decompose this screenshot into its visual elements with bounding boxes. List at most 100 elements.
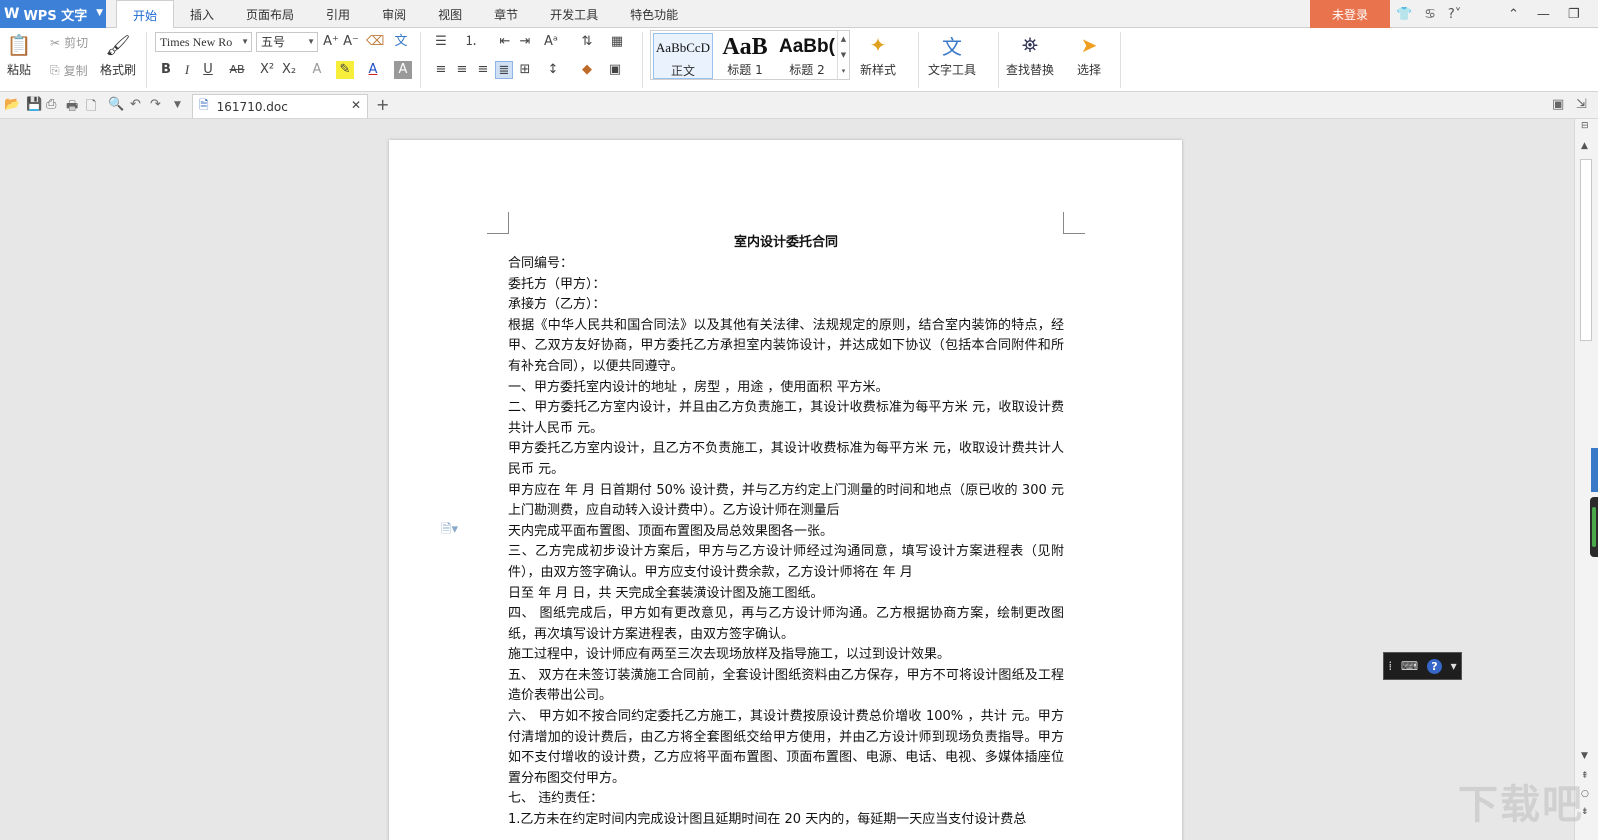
paste-button[interactable]: 📋 粘贴 bbox=[6, 28, 32, 78]
format-painter-button[interactable]: 🖌 格式刷 bbox=[100, 28, 136, 78]
align-left-icon[interactable]: ≡ bbox=[432, 61, 450, 79]
char-shading-icon[interactable]: A bbox=[394, 61, 412, 79]
style-heading-1[interactable]: AaB 标题 1 bbox=[715, 33, 775, 79]
increase-indent-icon[interactable]: ⇥ bbox=[516, 33, 534, 51]
ribbon-tab[interactable]: 视图 bbox=[422, 0, 478, 28]
print-preview-icon[interactable]: 🗋 bbox=[86, 97, 96, 119]
split-view-icon[interactable]: ⊟ bbox=[1581, 121, 1589, 131]
collapse-ribbon-icon[interactable]: ⌃ bbox=[1508, 7, 1519, 22]
align-right-icon[interactable]: ≡ bbox=[474, 61, 492, 79]
close-tab-icon[interactable]: ✕ bbox=[351, 98, 361, 112]
ribbon-tab[interactable]: 特色功能 bbox=[614, 0, 694, 28]
open-folder-icon[interactable]: 📂 bbox=[4, 97, 20, 112]
spell-check-icon[interactable]: 🔍 bbox=[108, 97, 124, 112]
binoculars-icon: ⛯ bbox=[1022, 33, 1038, 57]
borders-icon[interactable]: ▣ bbox=[606, 61, 624, 79]
paragraph-marker-icon[interactable]: 🗎▾ bbox=[441, 520, 458, 542]
skin-icon[interactable]: 👕 bbox=[1396, 7, 1412, 22]
select-button[interactable]: ➤ 选择 bbox=[1076, 28, 1102, 78]
strikethrough-icon[interactable]: AB bbox=[226, 61, 248, 79]
ribbon-tab[interactable]: 审阅 bbox=[366, 0, 422, 28]
font-color-icon[interactable]: A bbox=[364, 61, 382, 79]
chevron-up-icon[interactable]: ▲ bbox=[841, 35, 846, 43]
help-icon[interactable]: ? bbox=[1426, 658, 1442, 674]
text-tools-button[interactable]: 文 文字工具 bbox=[928, 28, 976, 78]
copy-button[interactable]: ⎘ 复制 bbox=[50, 62, 88, 79]
find-replace-button[interactable]: ⛯ 查找替换 bbox=[1006, 28, 1054, 78]
minimize-icon[interactable]: — bbox=[1537, 7, 1550, 22]
print-icon[interactable]: 🖶 bbox=[66, 97, 78, 119]
document-paragraphs: 合同编号： 委托方（甲方）： 承接方（乙方）： 根据《中华人民共和国合同法》以及其他有… bbox=[508, 254, 1064, 831]
document-paragraph: 甲方委托乙方室内设计，且乙方不负责施工，其设计收费标准为每平方米 元，收取设计费… bbox=[508, 441, 1064, 477]
underline-icon[interactable]: U bbox=[199, 61, 217, 79]
app-name: WPS 文字 bbox=[23, 8, 88, 24]
restore-icon[interactable]: ❐ bbox=[1568, 7, 1580, 22]
font-name-select[interactable]: Times New Ro ▼ bbox=[155, 32, 252, 52]
align-center-icon[interactable]: ≡ bbox=[453, 61, 471, 79]
brush-icon: 🖌 bbox=[105, 33, 131, 57]
document-page[interactable]: 🗎▾ 室内设计委托合同 合同编号： 委托方（甲方）： 承接方（乙方）： 根据《中华人民… bbox=[389, 140, 1182, 840]
justify-icon[interactable]: ≣ bbox=[495, 61, 513, 79]
app-menu-button[interactable]: W WPS 文字 ▼ bbox=[0, 0, 106, 28]
bold-icon[interactable]: B bbox=[157, 61, 175, 79]
document-tab[interactable]: 🗎 161710.doc ✕ bbox=[192, 94, 368, 118]
scroll-thumb[interactable] bbox=[1580, 159, 1592, 341]
phonetic-guide-icon[interactable]: 文 bbox=[392, 33, 410, 51]
paste-icon: 📋 bbox=[6, 33, 32, 57]
feedback-icon[interactable]: ♋ bbox=[1424, 7, 1436, 22]
cut-label: 剪切 bbox=[64, 36, 89, 50]
change-case-icon[interactable]: Aᵃ bbox=[542, 33, 560, 51]
pin-icon[interactable]: ⇲ bbox=[1576, 97, 1587, 112]
document-body[interactable]: 室内设计委托合同 合同编号： 委托方（甲方）： 承接方（乙方）： 根据《中华人民共和国… bbox=[508, 232, 1064, 831]
table-grid-icon[interactable]: ▦ bbox=[608, 33, 626, 51]
ribbon-tab[interactable]: 页面布局 bbox=[230, 0, 310, 28]
expand-icon[interactable]: ▾ bbox=[842, 67, 846, 75]
sort-icon[interactable]: ⇅ bbox=[578, 33, 596, 51]
redo-icon[interactable]: ↷ bbox=[150, 97, 161, 112]
numbered-list-icon[interactable]: ⒈ bbox=[462, 33, 480, 51]
bullet-list-icon[interactable]: ☰ bbox=[432, 33, 450, 51]
help-icon[interactable]: ?˅ bbox=[1448, 7, 1461, 22]
ribbon-tab[interactable]: 开始 bbox=[116, 0, 175, 29]
ribbon-tab[interactable]: 插入 bbox=[174, 0, 230, 28]
clear-format-icon[interactable]: ⌫ bbox=[366, 33, 384, 51]
grow-font-icon[interactable]: A⁺ bbox=[322, 33, 340, 51]
login-button[interactable]: 未登录 bbox=[1310, 0, 1390, 28]
ribbon-tab[interactable]: 开发工具 bbox=[534, 0, 614, 28]
undo-icon[interactable]: ↶ bbox=[130, 97, 141, 112]
chevron-down-icon[interactable]: ▼ bbox=[841, 51, 846, 59]
italic-icon[interactable]: I bbox=[178, 61, 196, 79]
gallery-scroll[interactable]: ▲ ▼ ▾ bbox=[837, 31, 849, 79]
keyboard-icon[interactable]: ⌨ bbox=[1401, 659, 1418, 673]
style-normal[interactable]: AaBbCcD 正文 bbox=[653, 33, 713, 79]
decrease-indent-icon[interactable]: ⇤ bbox=[496, 33, 514, 51]
ribbon-tab[interactable]: 章节 bbox=[478, 0, 534, 28]
side-widget-handle[interactable] bbox=[1590, 497, 1598, 557]
status-indicator bbox=[1592, 507, 1596, 547]
superscript-icon[interactable]: X² bbox=[258, 61, 276, 79]
ime-toolbar[interactable]: ⁞ ⌨ ? ▾ bbox=[1383, 652, 1462, 680]
export-icon[interactable]: ⎙ bbox=[46, 97, 56, 112]
distributed-align-icon[interactable]: ⊞ bbox=[516, 61, 534, 79]
line-spacing-icon[interactable]: ↕ bbox=[544, 61, 562, 79]
chevron-down-icon[interactable]: ▾ bbox=[1451, 659, 1457, 673]
shading-icon[interactable]: ◆ bbox=[578, 61, 596, 79]
text-effect-icon[interactable]: A bbox=[308, 61, 326, 79]
scroll-up-icon[interactable]: ▲ bbox=[1581, 141, 1588, 151]
document-workspace[interactable]: 🗎▾ 室内设计委托合同 合同编号： 委托方（甲方）： 承接方（乙方）： 根据《中华人民… bbox=[0, 119, 1574, 840]
highlight-icon[interactable]: ✎ bbox=[336, 61, 354, 79]
font-size-select[interactable]: 五号 ▼ bbox=[256, 32, 318, 52]
subscript-icon[interactable]: X₂ bbox=[280, 61, 298, 79]
side-panel-edge[interactable] bbox=[1591, 448, 1598, 492]
new-tab-icon[interactable]: + bbox=[376, 95, 389, 114]
save-icon[interactable]: 💾 bbox=[26, 97, 42, 112]
ribbon-tab[interactable]: 引用 bbox=[310, 0, 366, 28]
shrink-font-icon[interactable]: A⁻ bbox=[342, 33, 360, 51]
document-paragraph: 合同编号： bbox=[508, 256, 574, 271]
style-heading-2[interactable]: AaBb( 标题 2 bbox=[777, 33, 837, 79]
cut-button[interactable]: ✂ 剪切 bbox=[50, 34, 88, 51]
chevron-down-icon[interactable]: ▼ bbox=[174, 100, 181, 110]
new-style-button[interactable]: ✦ 新样式 bbox=[860, 28, 896, 78]
scroll-down-icon[interactable]: ▼ bbox=[1581, 751, 1588, 761]
tab-list-icon[interactable]: ▣ bbox=[1552, 97, 1564, 112]
